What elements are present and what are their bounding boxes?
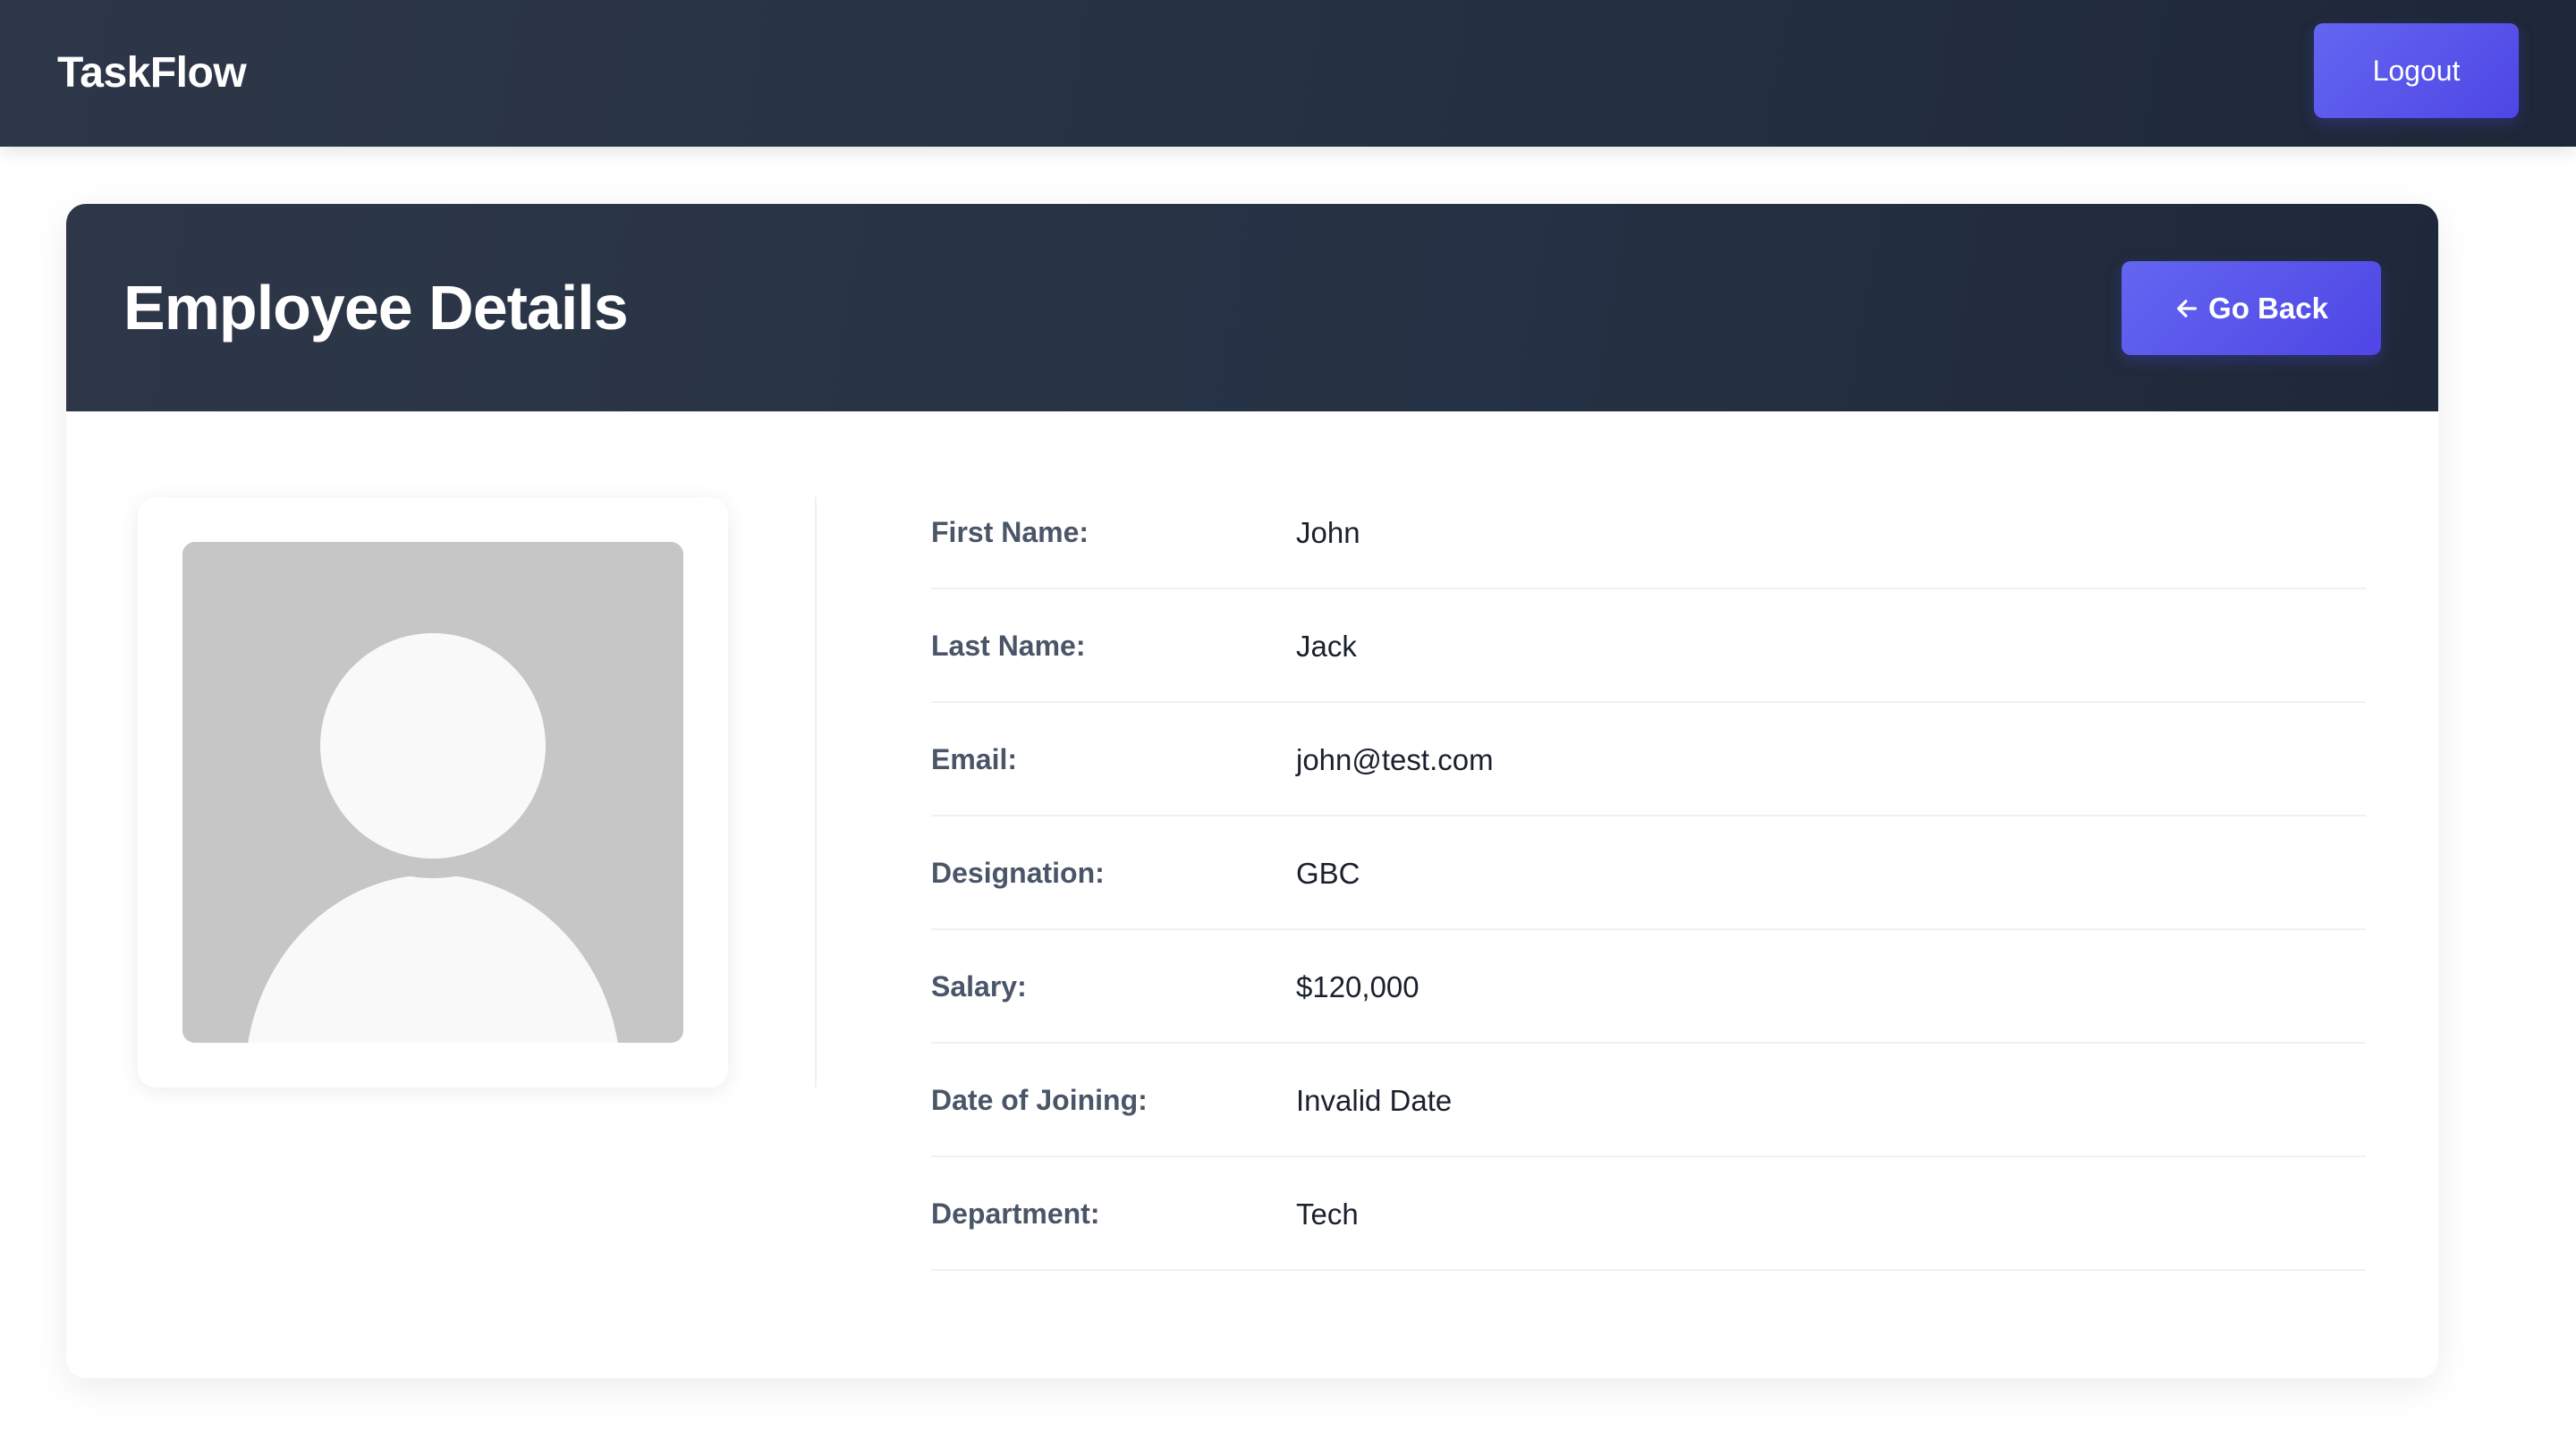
vertical-divider — [815, 497, 817, 1087]
detail-row-date-of-joining: Date of Joining: Invalid Date — [931, 1044, 2366, 1157]
user-placeholder-icon — [182, 542, 683, 1043]
detail-label: Last Name: — [931, 630, 1086, 662]
detail-value: John — [1296, 516, 1360, 549]
photo-panel — [138, 497, 728, 1087]
detail-value: GBC — [1296, 857, 1360, 890]
detail-value: Jack — [1296, 630, 1357, 663]
detail-row-department: Department: Tech — [931, 1157, 2366, 1271]
avatar — [182, 542, 683, 1043]
detail-label: First Name: — [931, 516, 1089, 548]
go-back-label: Go Back — [2208, 291, 2328, 325]
detail-row-salary: Salary: $120,000 — [931, 930, 2366, 1044]
go-back-button[interactable]: Go Back — [2122, 261, 2381, 355]
detail-row-designation: Designation: GBC — [931, 817, 2366, 930]
detail-value: Tech — [1296, 1197, 1359, 1231]
detail-value: john@test.com — [1296, 743, 1494, 776]
detail-row-first-name: First Name: John — [931, 476, 2366, 589]
detail-label: Salary: — [931, 970, 1027, 1003]
detail-row-last-name: Last Name: Jack — [931, 589, 2366, 703]
detail-label: Email: — [931, 743, 1018, 775]
top-navbar: TaskFlow Logout — [0, 0, 2576, 147]
detail-value: $120,000 — [1296, 970, 1419, 1003]
detail-label: Department: — [931, 1197, 1100, 1230]
card-header: Employee Details Go Back — [66, 204, 2438, 411]
page-title: Employee Details — [123, 273, 629, 343]
details-list: First Name: John Last Name: Jack Email: … — [931, 476, 2366, 1271]
arrow-left-icon — [2174, 296, 2199, 321]
detail-label: Date of Joining: — [931, 1084, 1148, 1116]
employee-details-card: Employee Details Go Back First Name: Joh… — [66, 204, 2438, 1378]
detail-row-email: Email: john@test.com — [931, 703, 2366, 817]
brand-logo[interactable]: TaskFlow — [57, 0, 247, 147]
detail-value: Invalid Date — [1296, 1084, 1453, 1117]
logout-button[interactable]: Logout — [2314, 23, 2519, 118]
detail-label: Designation: — [931, 857, 1105, 889]
